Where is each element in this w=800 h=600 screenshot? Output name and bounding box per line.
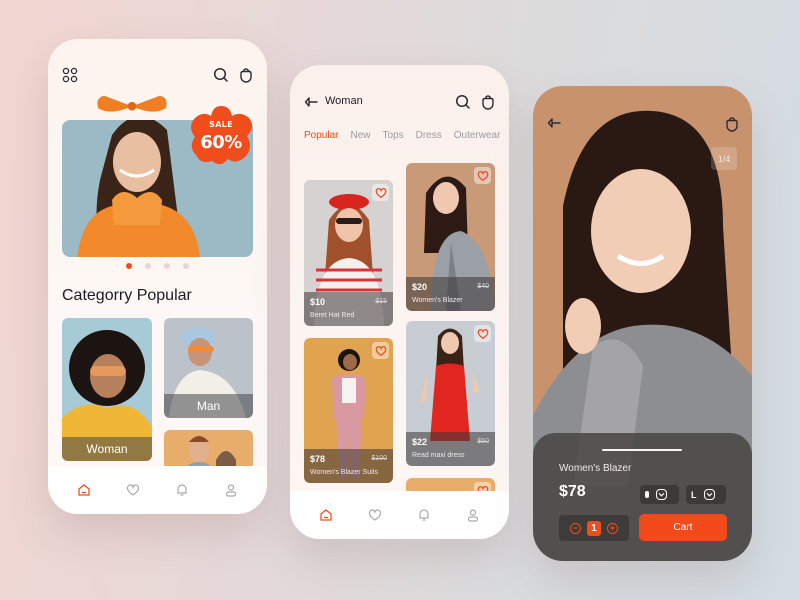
back-arrow-icon[interactable] <box>304 96 318 108</box>
back-arrow-icon[interactable] <box>547 117 561 129</box>
image-counter: 1/4 <box>711 147 737 170</box>
product-info: $10 $15 Beret Hat Red <box>304 292 393 326</box>
size-select[interactable]: L <box>686 485 726 504</box>
product-price: $78 <box>559 483 586 500</box>
user-icon[interactable] <box>466 508 480 522</box>
heart-icon[interactable] <box>126 483 140 497</box>
carousel-dot-1[interactable] <box>126 263 132 269</box>
sale-percent: 60% <box>200 132 242 153</box>
bell-icon[interactable] <box>417 508 431 522</box>
bottom-tab-bar <box>290 491 509 539</box>
plus-icon[interactable]: + <box>607 522 618 534</box>
home-icon[interactable] <box>77 483 91 497</box>
product-sheet: Women's Blazer $78 L − 1 + Cart <box>533 433 752 561</box>
product-card[interactable]: $10 $15 Beret Hat Red <box>304 180 393 326</box>
chevron-down-icon <box>656 489 667 500</box>
product-name: Women's Blazer <box>412 297 463 304</box>
chevron-down-icon <box>703 489 715 500</box>
section-title: Categorry Popular <box>62 287 192 304</box>
carousel-dot-4[interactable] <box>183 263 189 269</box>
category-label: Man <box>164 394 253 418</box>
category-card-man[interactable]: Man <box>164 318 253 418</box>
product-name: Women's Blazer Suits <box>310 469 379 476</box>
product-name: Women's Blazer <box>559 463 632 474</box>
carousel-indicator <box>126 263 189 269</box>
promo-banner[interactable]: SALE 60% <box>62 95 253 257</box>
minus-icon[interactable]: − <box>570 522 581 534</box>
product-name: Beret Hat Red <box>310 312 355 319</box>
menu-grid-icon[interactable] <box>62 67 78 83</box>
size-value: L <box>691 489 697 500</box>
product-card[interactable]: $22 $50 Read maxi dress <box>406 321 495 466</box>
favorite-button[interactable] <box>474 167 491 184</box>
shopping-bag-icon[interactable] <box>724 116 740 132</box>
drag-handle[interactable] <box>602 449 682 451</box>
product-card[interactable]: $20 $40 Women's Blazer <box>406 163 495 311</box>
tab-new[interactable]: New <box>350 130 370 141</box>
add-to-cart-button[interactable]: Cart <box>639 514 727 541</box>
color-swatch <box>645 491 649 498</box>
carousel-dot-2[interactable] <box>145 263 151 269</box>
product-info: $78 $100 Women's Blazer Suits <box>304 449 393 483</box>
tab-outerwear[interactable]: Outerwear <box>454 130 501 141</box>
product-old-price: $50 <box>477 438 489 445</box>
bell-icon[interactable] <box>175 483 189 497</box>
hair-bow <box>97 95 167 112</box>
shopping-bag-icon[interactable] <box>238 67 254 83</box>
heart-icon[interactable] <box>368 508 382 522</box>
user-icon[interactable] <box>224 483 238 497</box>
favorite-button[interactable] <box>474 325 491 342</box>
product-name: Read maxi dress <box>412 452 465 459</box>
product-old-price: $15 <box>375 298 387 305</box>
listing-screen: Woman Popular New Tops Dress Outerwear J… <box>290 65 509 539</box>
home-icon[interactable] <box>319 508 333 522</box>
bottom-tab-bar <box>48 466 267 514</box>
product-old-price: $100 <box>371 455 387 462</box>
product-old-price: $40 <box>477 283 489 290</box>
sale-label: SALE <box>209 120 233 129</box>
sale-badge: SALE 60% <box>186 103 256 169</box>
category-card-woman[interactable]: Woman <box>62 318 152 461</box>
quantity-value: 1 <box>587 520 601 536</box>
tab-dress[interactable]: Dress <box>416 130 442 141</box>
shopping-bag-icon[interactable] <box>480 94 496 110</box>
model-illustration <box>77 120 200 257</box>
product-info: $22 $50 Read maxi dress <box>406 432 495 466</box>
product-detail-screen: 1/4 Women's Blazer $78 L − 1 + Cart <box>533 86 752 561</box>
favorite-button[interactable] <box>372 342 389 359</box>
tab-popular[interactable]: Popular <box>304 130 338 141</box>
category-tabs: Popular New Tops Dress Outerwear Je <box>304 130 509 141</box>
category-label: Woman <box>62 437 152 461</box>
quantity-stepper: − 1 + <box>559 515 629 541</box>
product-card[interactable]: $78 $100 Women's Blazer Suits <box>304 338 393 483</box>
search-icon[interactable] <box>213 67 229 83</box>
page-title: Woman <box>325 95 363 107</box>
tab-tops[interactable]: Tops <box>382 130 403 141</box>
color-select[interactable] <box>640 485 679 504</box>
home-screen: SALE 60% Categorry Popular Woman Man <box>48 39 267 514</box>
product-info: $20 $40 Women's Blazer <box>406 277 495 311</box>
favorite-button[interactable] <box>372 184 389 201</box>
search-icon[interactable] <box>455 94 471 110</box>
carousel-dot-3[interactable] <box>164 263 170 269</box>
